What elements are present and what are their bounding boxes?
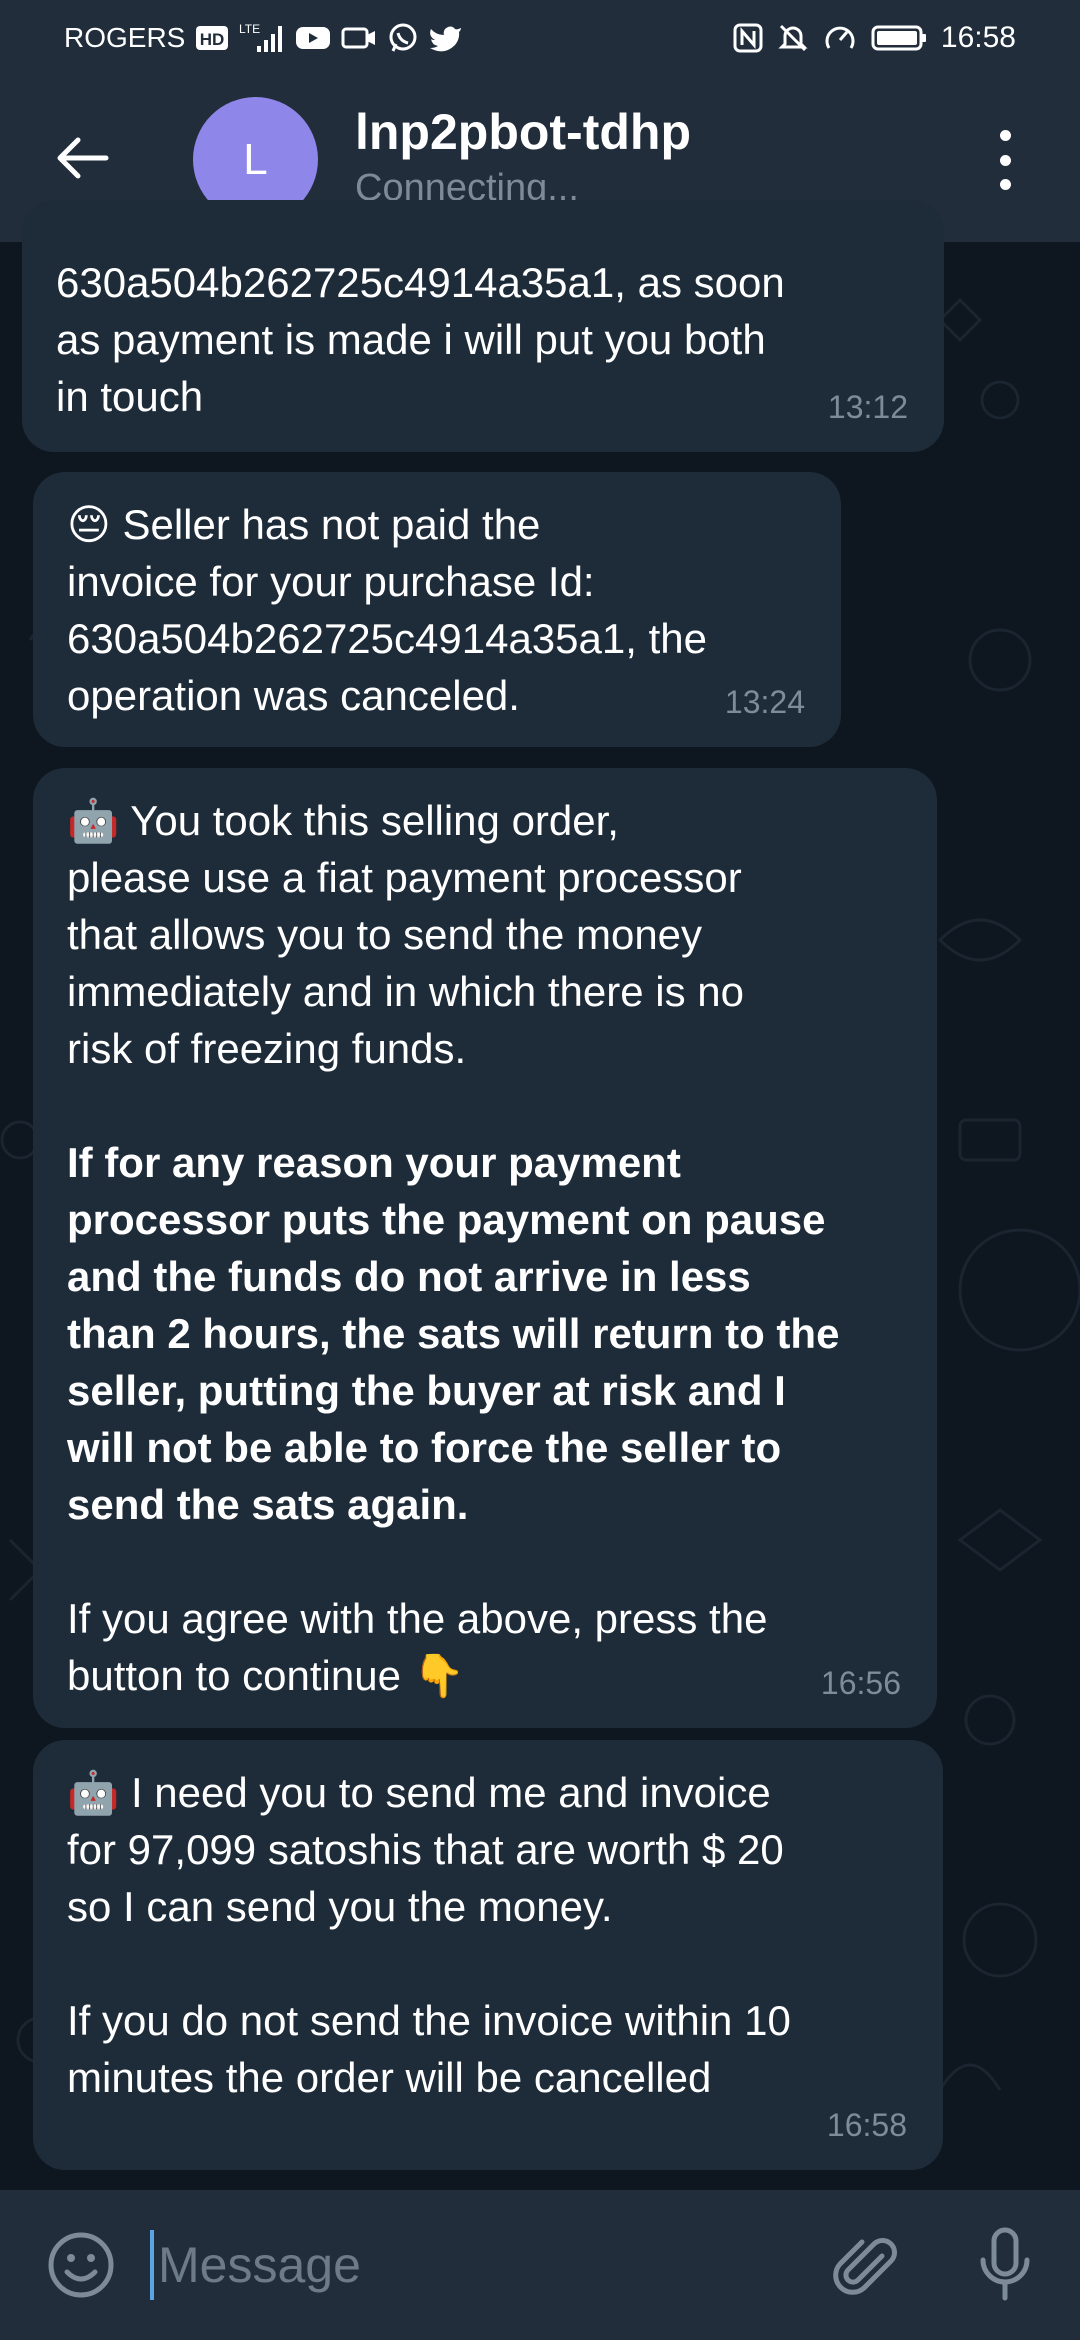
more-vertical-icon-dot [999, 130, 1011, 141]
status-bar-left: ROGERS HD LTE [64, 22, 463, 54]
battery-icon [871, 24, 927, 52]
nfc-icon [733, 23, 763, 53]
emoji-button[interactable] [46, 2230, 116, 2300]
status-bar: ROGERS HD LTE 16:58 [0, 0, 1080, 75]
svg-text:HD: HD [200, 30, 225, 49]
more-menu-button[interactable] [990, 130, 1020, 190]
message-input[interactable] [150, 2230, 790, 2300]
twitter-icon [429, 23, 463, 53]
message-time: 13:12 [827, 389, 908, 425]
status-bar-right: 16:58 [733, 21, 1016, 55]
mute-bell-icon [777, 22, 809, 54]
message-bubble[interactable]: 🤖 I need you to send me and invoice for … [33, 1740, 943, 2170]
chat-title[interactable]: lnp2pbot-tdhp [355, 103, 691, 161]
message-bubble[interactable]: 🤖 You took this selling order, please us… [33, 768, 937, 1728]
more-vertical-icon-dot [999, 154, 1011, 166]
paperclip-icon [833, 2238, 897, 2295]
message-bubble[interactable]: 😔 Seller has not paid the invoice for yo… [33, 472, 841, 747]
hd-badge-icon: HD [196, 25, 229, 50]
camera-app-icon [341, 24, 377, 52]
message-bubble[interactable]: 630a504b262725c4914a35a1, as soon as pay… [22, 200, 944, 452]
message-time: 13:24 [724, 684, 805, 720]
smile-icon [48, 2232, 114, 2298]
message-bold-text: If for any reason your payment processor… [67, 1139, 840, 1528]
clock-label: 16:58 [940, 20, 1016, 54]
message-text: Seller has not paid the invoice for your… [67, 501, 707, 719]
message-text: You took this selling order, please use … [67, 797, 745, 1072]
carrier-label: ROGERS [64, 21, 186, 53]
message-time: 16:56 [820, 1665, 901, 1701]
data-saver-icon [823, 22, 857, 54]
youtube-icon [295, 24, 331, 52]
screen: ROGERS HD LTE 16:58 L lnp2pbot-tdhp Conn… [0, 0, 1080, 2340]
robot-emoji: 🤖 [67, 797, 120, 844]
message-text-after: If you do not send the invoice within 10… [67, 1997, 791, 2101]
more-vertical-icon-dot [999, 179, 1011, 190]
attach-button[interactable] [830, 2230, 900, 2300]
microphone-button[interactable] [975, 2226, 1035, 2306]
svg-text:LTE: LTE [239, 22, 260, 36]
hd-badge: HD [195, 24, 229, 52]
message-text: I need you to send me and invoice for 97… [67, 1769, 784, 1930]
message-time: 16:58 [826, 2107, 907, 2143]
microphone-icon [980, 2227, 1030, 2301]
message-composer [0, 2190, 1080, 2340]
back-button[interactable] [50, 130, 114, 186]
message-text: 630a504b262725c4914a35a1, as soon as pay… [56, 259, 785, 420]
arrow-left-icon [57, 137, 109, 179]
pointing-down-emoji: 👇 [412, 1652, 465, 1699]
signal-icon: LTE [239, 22, 285, 54]
pensive-face-emoji: 😔 [67, 501, 111, 548]
robot-emoji: 🤖 [67, 1769, 120, 1816]
whatsapp-icon [387, 22, 419, 54]
